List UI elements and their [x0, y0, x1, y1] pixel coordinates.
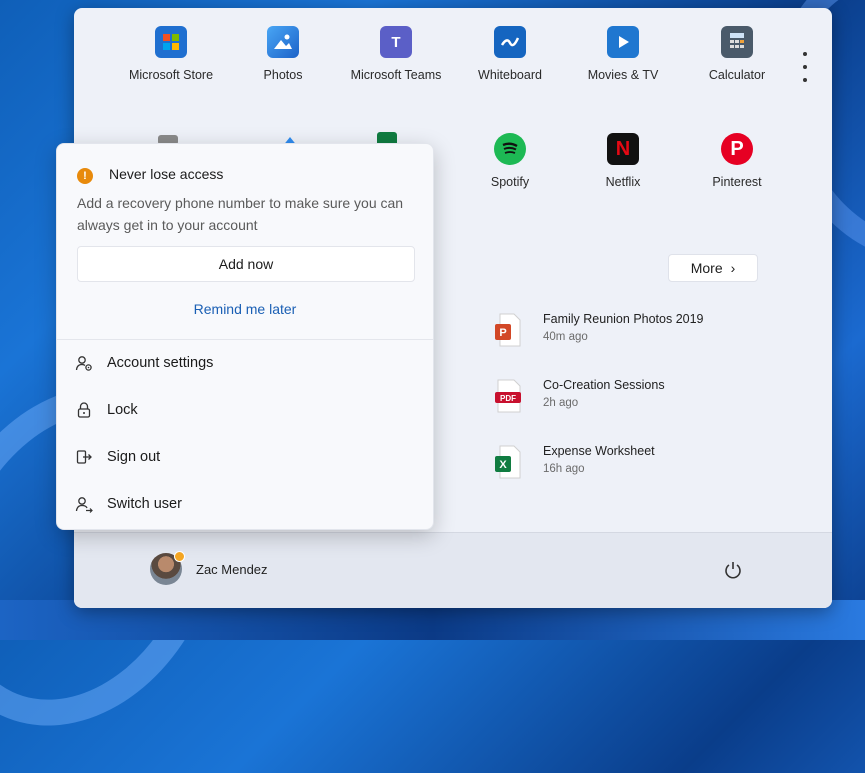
- recommended-item[interactable]: P Family Reunion Photos 2019 40m ago: [494, 312, 814, 352]
- pinterest-icon: P: [721, 133, 753, 165]
- switch-user-icon: [75, 497, 93, 513]
- lock-icon: [77, 402, 91, 418]
- menu-item-label: Switch user: [107, 496, 182, 512]
- pinned-app-calculator[interactable]: Calculator: [677, 26, 797, 82]
- recommended-item-time: 40m ago: [543, 331, 588, 343]
- menu-item-switch-user[interactable]: Switch user: [75, 495, 182, 513]
- recommended-item-time: 16h ago: [543, 463, 585, 475]
- warning-badge: [174, 551, 185, 562]
- pinned-app-pinterest[interactable]: P Pinterest: [677, 133, 797, 189]
- account-flyout: ! Never lose access Add a recovery phone…: [56, 143, 434, 530]
- flyout-title: Never lose access: [109, 166, 224, 182]
- user-account-button[interactable]: Zac Mendez: [150, 551, 268, 585]
- recommended-item-name: Expense Worksheet: [543, 444, 655, 458]
- pinned-app-spotify[interactable]: Spotify: [450, 133, 570, 189]
- app-label: Spotify: [490, 175, 530, 189]
- add-now-button[interactable]: Add now: [77, 246, 415, 282]
- app-label: Microsoft Store: [128, 68, 214, 82]
- power-icon[interactable]: [722, 559, 744, 581]
- pinned-app-movies-tv[interactable]: Movies & TV: [563, 26, 683, 82]
- sign-out-icon: [76, 450, 92, 464]
- menu-item-account-settings[interactable]: Account settings: [75, 354, 213, 372]
- more-button[interactable]: More ›: [668, 254, 758, 282]
- recommended-item-time: 2h ago: [543, 397, 579, 409]
- svg-text:X: X: [499, 459, 507, 471]
- pinned-app-microsoft-teams[interactable]: T Microsoft Teams: [336, 26, 456, 82]
- svg-text:PDF: PDF: [500, 394, 516, 403]
- menu-item-label: Sign out: [107, 449, 161, 465]
- recommended-item[interactable]: X Expense Worksheet 16h ago: [494, 444, 814, 484]
- menu-item-label: Account settings: [107, 355, 214, 371]
- menu-item-label: Lock: [107, 402, 138, 418]
- app-label: Calculator: [708, 68, 766, 82]
- user-name: Zac Mendez: [196, 561, 268, 577]
- menu-item-sign-out[interactable]: Sign out: [75, 448, 160, 466]
- more-button-label: More: [690, 260, 723, 276]
- divider: [57, 339, 433, 340]
- pinned-app-whiteboard[interactable]: Whiteboard: [450, 26, 570, 82]
- start-menu-footer: Zac Mendez: [74, 532, 832, 608]
- menu-item-lock[interactable]: Lock: [75, 401, 138, 419]
- movies-tv-icon: [607, 26, 639, 58]
- app-label: Pinterest: [712, 175, 762, 189]
- whiteboard-icon: [494, 26, 526, 58]
- spotify-icon: [494, 133, 526, 165]
- pinned-app-photos[interactable]: Photos: [223, 26, 343, 82]
- pinned-app-netflix[interactable]: N Netflix: [563, 133, 683, 189]
- flyout-description: Add a recovery phone number to make sure…: [77, 195, 404, 233]
- recommended-item-name: Co-Creation Sessions: [543, 378, 665, 392]
- excel-file-icon: X: [494, 444, 524, 480]
- netflix-icon: N: [607, 133, 639, 165]
- microsoft-store-icon: [155, 26, 187, 58]
- pdf-file-icon: PDF: [494, 378, 524, 414]
- pinned-app-microsoft-store[interactable]: Microsoft Store: [111, 26, 231, 82]
- app-label: Movies & TV: [587, 68, 659, 82]
- recommended-item-name: Family Reunion Photos 2019: [543, 312, 704, 326]
- remind-me-later-link[interactable]: Remind me later: [57, 301, 433, 317]
- app-label: Whiteboard: [478, 68, 542, 82]
- app-label: Netflix: [605, 175, 641, 189]
- avatar: [150, 551, 185, 585]
- calculator-icon: [721, 26, 753, 58]
- chevron-right-icon: ›: [730, 260, 736, 276]
- recommended-item[interactable]: PDF Co-Creation Sessions 2h ago: [494, 378, 814, 418]
- powerpoint-file-icon: P: [494, 312, 524, 348]
- app-label: Photos: [263, 68, 303, 82]
- photos-icon: [267, 26, 299, 58]
- app-label: Microsoft Teams: [350, 68, 442, 82]
- warning-icon: !: [77, 168, 93, 184]
- teams-icon: T: [380, 26, 412, 58]
- page-dots-icon[interactable]: [803, 52, 809, 91]
- svg-text:P: P: [499, 327, 506, 339]
- account-settings-icon: [75, 356, 92, 371]
